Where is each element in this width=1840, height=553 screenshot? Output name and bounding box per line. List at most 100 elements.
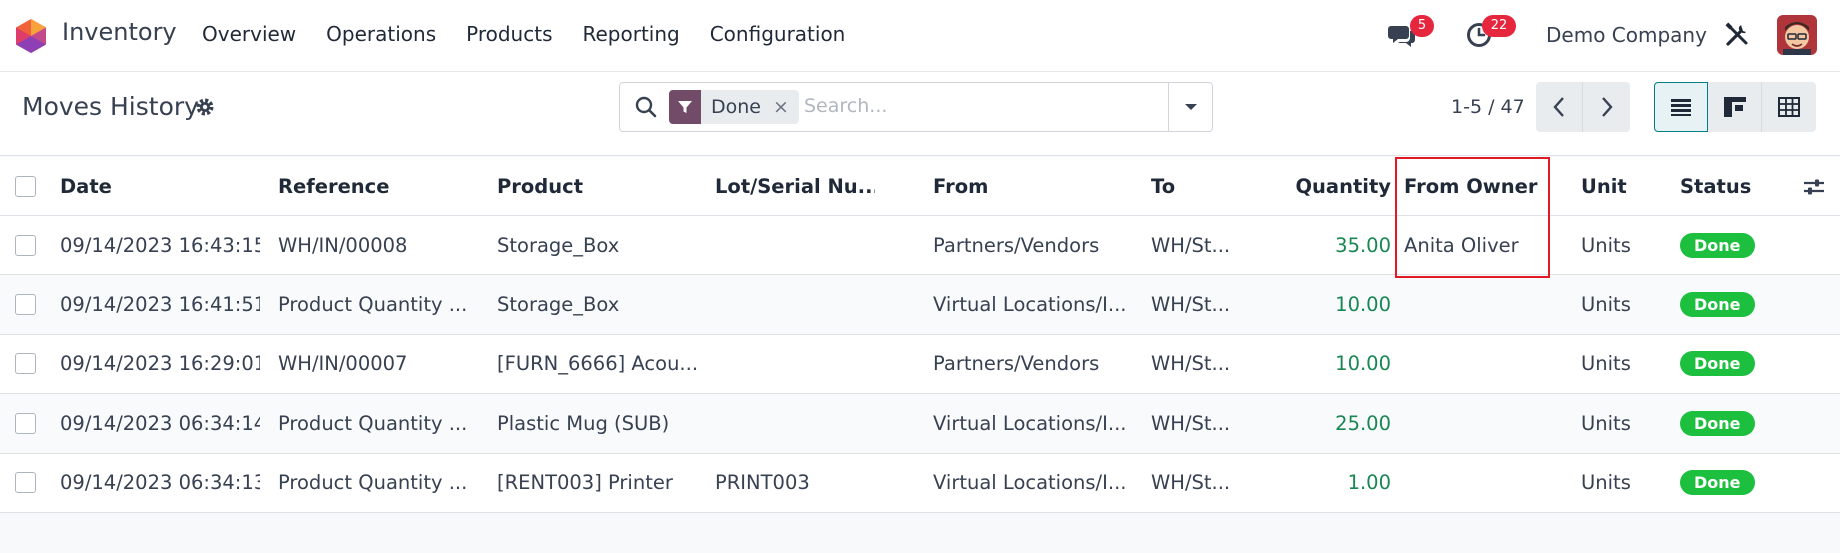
column-header-reference[interactable]: Reference	[278, 157, 470, 215]
cell-from: Virtual Locations/I...	[933, 293, 1127, 317]
cell-lot: PRINT003	[715, 471, 810, 495]
menu-operations[interactable]: Operations	[326, 22, 436, 46]
cell-from: Virtual Locations/I...	[933, 411, 1127, 435]
cell-from-owner: Anita Oliver	[1404, 233, 1519, 257]
top-navbar: Inventory Overview Operations Products R…	[0, 0, 1840, 72]
search-facet-done: Done ×	[669, 90, 799, 124]
gear-icon[interactable]	[194, 96, 216, 118]
column-header-product[interactable]: Product	[497, 157, 697, 215]
optional-columns-icon[interactable]	[1802, 176, 1826, 198]
row-checkbox[interactable]	[15, 472, 36, 494]
kanban-view-button[interactable]	[1708, 82, 1762, 132]
row-checkbox[interactable]	[15, 234, 36, 256]
cell-quantity: 10.00	[1335, 352, 1391, 376]
app-name[interactable]: Inventory	[62, 18, 177, 46]
column-header-from-owner[interactable]: From Owner	[1404, 157, 1544, 215]
cell-date: 09/14/2023 06:34:13	[60, 471, 260, 495]
cell-product: Storage_Box	[497, 293, 620, 317]
facet-label: Done	[711, 96, 761, 118]
menu-reporting[interactable]: Reporting	[582, 22, 679, 46]
table-row[interactable]: 09/14/2023 06:34:13 Product Quantity ...…	[0, 453, 1840, 513]
table-row[interactable]: 09/14/2023 16:43:15 WH/IN/00008 Storage_…	[0, 216, 1840, 276]
cell-to: WH/St...	[1151, 352, 1231, 376]
table-row[interactable]: 09/14/2023 16:29:01 WH/IN/00007 [FURN_66…	[0, 334, 1840, 395]
cell-reference: Product Quantity ...	[278, 411, 468, 435]
cell-from-owner	[1404, 275, 1544, 333]
app-logo-icon[interactable]	[14, 18, 48, 54]
main-menu: Overview Operations Products Reporting C…	[202, 22, 875, 46]
search-icon[interactable]	[634, 95, 658, 119]
column-header-quantity[interactable]: Quantity	[1245, 157, 1391, 215]
pager-buttons	[1536, 82, 1631, 132]
pager-previous-button[interactable]	[1536, 82, 1583, 132]
status-badge: Done	[1680, 232, 1755, 258]
control-panel: Moves History Done × 1-5 / 47	[0, 72, 1840, 156]
cell-lot	[715, 216, 875, 274]
cell-date: 09/14/2023 16:43:15	[60, 233, 260, 257]
pivot-view-button[interactable]	[1762, 82, 1816, 132]
cell-reference: Product Quantity ...	[278, 471, 468, 495]
search-bar: Done ×	[619, 82, 1213, 132]
view-switcher	[1654, 82, 1816, 132]
cell-from: Partners/Vendors	[933, 352, 1100, 376]
avatar[interactable]	[1777, 15, 1817, 55]
cell-date: 09/14/2023 06:34:14	[60, 411, 260, 435]
cell-product: Plastic Mug (SUB)	[497, 411, 670, 435]
page-title: Moves History	[22, 92, 199, 121]
cell-quantity: 35.00	[1335, 233, 1391, 257]
cell-to: WH/St...	[1151, 471, 1231, 495]
row-checkbox[interactable]	[15, 353, 36, 375]
cell-to: WH/St...	[1151, 293, 1231, 317]
cell-reference: WH/IN/00008	[278, 233, 408, 257]
chevron-left-icon	[1553, 97, 1564, 117]
row-checkbox[interactable]	[15, 412, 36, 434]
cell-from: Partners/Vendors	[933, 233, 1100, 257]
cell-quantity: 25.00	[1335, 411, 1391, 435]
cell-to: WH/St...	[1151, 411, 1231, 435]
cell-lot	[715, 394, 875, 452]
cell-unit: Units	[1581, 233, 1631, 257]
pager-next-button[interactable]	[1583, 82, 1630, 132]
cell-product: [FURN_6666] Acou...	[497, 352, 697, 376]
menu-configuration[interactable]: Configuration	[710, 22, 846, 46]
table-row[interactable]: 09/14/2023 16:41:51 Product Quantity ...…	[0, 275, 1840, 335]
cell-quantity: 10.00	[1335, 293, 1391, 317]
cell-product: Storage_Box	[497, 233, 620, 257]
cell-unit: Units	[1581, 471, 1631, 495]
cell-reference: Product Quantity ...	[278, 293, 468, 317]
cell-lot	[715, 335, 875, 393]
table-header: Date Reference Product Lot/Serial Nu... …	[0, 157, 1840, 216]
facet-remove-button[interactable]: ×	[769, 96, 799, 118]
cell-product: [RENT003] Printer	[497, 471, 673, 495]
cell-reference: WH/IN/00007	[278, 352, 408, 376]
search-input[interactable]	[804, 95, 1164, 117]
caret-down-icon	[1184, 104, 1197, 110]
cell-date: 09/14/2023 16:41:51	[60, 293, 260, 317]
column-header-status[interactable]: Status	[1680, 157, 1780, 215]
moves-table: Date Reference Product Lot/Serial Nu... …	[0, 157, 1840, 513]
menu-products[interactable]: Products	[466, 22, 552, 46]
pivot-view-icon	[1778, 97, 1800, 117]
column-header-date[interactable]: Date	[60, 157, 260, 215]
column-header-unit[interactable]: Unit	[1581, 157, 1661, 215]
chevron-right-icon	[1601, 97, 1613, 117]
table-row[interactable]: 09/14/2023 06:34:14 Product Quantity ...…	[0, 394, 1840, 454]
tools-icon[interactable]	[1724, 22, 1750, 48]
column-header-from[interactable]: From	[933, 157, 1133, 215]
cell-from-owner	[1404, 394, 1544, 452]
cell-from-owner	[1404, 335, 1544, 393]
company-switcher[interactable]: Demo Company	[1546, 23, 1707, 47]
list-view-button[interactable]	[1654, 82, 1708, 132]
cell-date: 09/14/2023 16:29:01	[60, 352, 260, 376]
status-badge: Done	[1680, 351, 1755, 377]
row-checkbox[interactable]	[15, 294, 36, 316]
pager-value[interactable]: 1-5 / 47	[1451, 96, 1525, 118]
status-badge: Done	[1680, 410, 1755, 436]
filter-icon	[669, 90, 701, 124]
column-header-lot[interactable]: Lot/Serial Nu...	[715, 157, 875, 215]
menu-overview[interactable]: Overview	[202, 22, 296, 46]
column-header-to[interactable]: To	[1151, 157, 1241, 215]
search-options-toggle[interactable]	[1168, 83, 1212, 131]
cell-to: WH/St...	[1151, 233, 1231, 257]
select-all-checkbox[interactable]	[15, 175, 36, 197]
